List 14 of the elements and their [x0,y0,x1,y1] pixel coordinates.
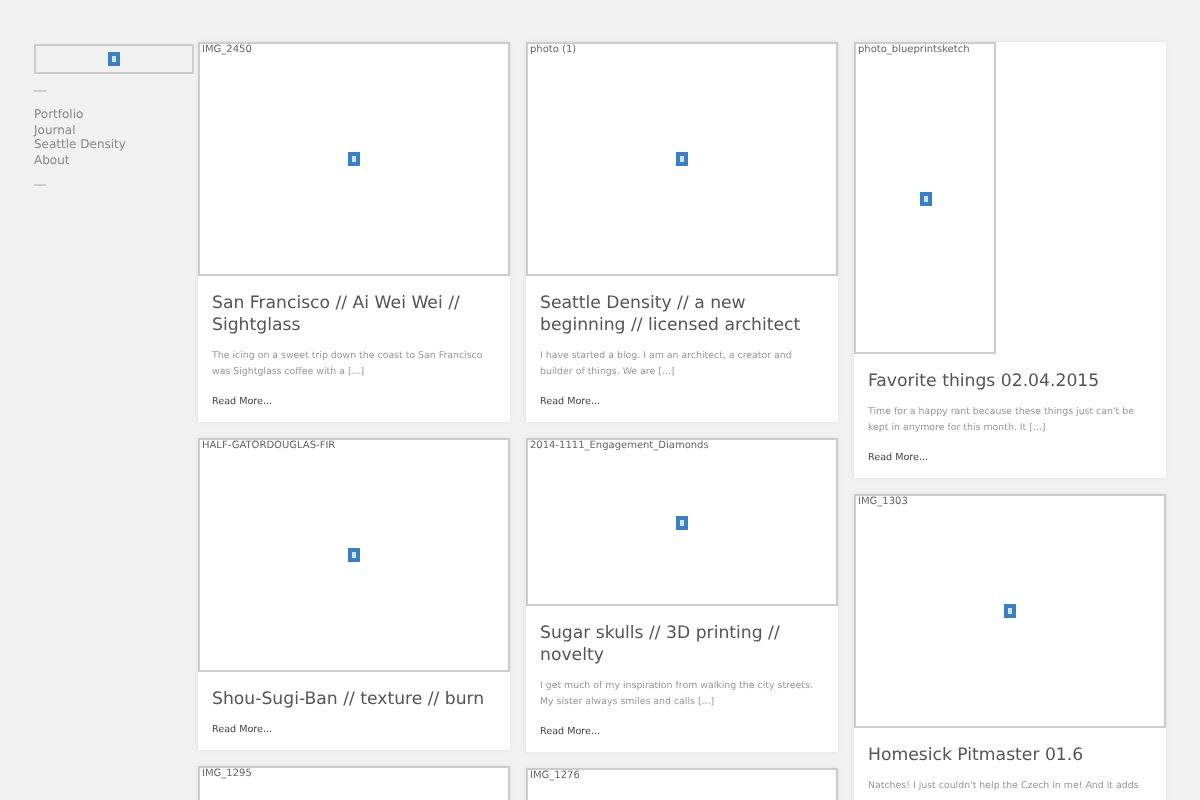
broken-image-icon [676,515,688,529]
broken-image-icon [1004,604,1016,618]
broken-image-icon [348,152,360,166]
post-title[interactable]: Sugar skulls // 3D printing // novelty [540,624,824,668]
post-title[interactable]: Seattle Density // a new beginning // licensed architect [540,294,824,338]
broken-image-icon [919,191,931,205]
broken-image-icon [676,152,688,166]
post-title[interactable]: Shou-Sugi-Ban // texture // burn [212,690,496,712]
post-title[interactable]: Favorite things 02.04.2015 [868,372,1152,394]
logo-placeholder[interactable] [34,44,194,74]
post-title[interactable]: Homesick Pitmaster 01.6 [868,746,1152,768]
post-title[interactable]: San Francisco // Ai Wei Wei // Sightglass [212,294,496,338]
broken-image-icon [108,52,120,66]
broken-image-icon [348,548,360,562]
